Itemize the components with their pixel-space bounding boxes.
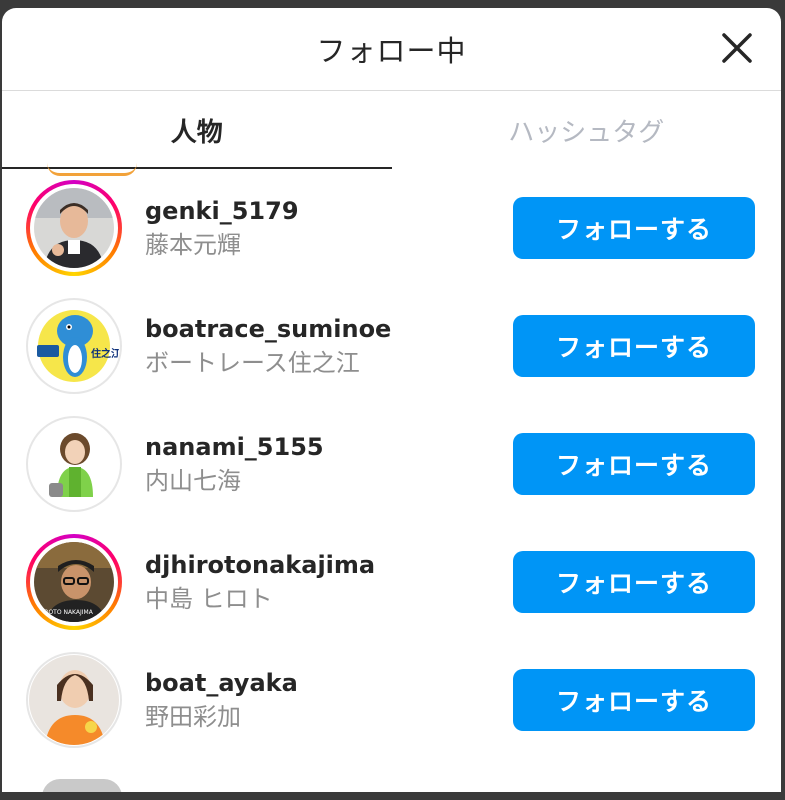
avatar[interactable]: HIROTO NAKAJIMA	[26, 534, 122, 630]
follow-button[interactable]: フォローする	[513, 551, 755, 613]
following-dialog: フォロー中 人物 ハッシュタグ genki_5179 藤本元輝 フォローする 住…	[2, 8, 781, 792]
list-item: HIROTO NAKAJIMA djhirotonakajima 中島 ヒロト …	[2, 523, 781, 641]
avatar[interactable]	[26, 416, 122, 512]
follow-button[interactable]: フォローする	[513, 197, 755, 259]
dj-caption-text: HIROTO NAKAJIMA	[38, 609, 94, 616]
avatar[interactable]: 住之江	[26, 298, 122, 394]
username[interactable]: genki_5179	[145, 194, 299, 228]
full-name: 中島 ヒロト	[145, 585, 273, 613]
username[interactable]: boatrace_suminoe	[145, 312, 391, 346]
username[interactable]: djhirotonakajima	[145, 548, 375, 582]
profile-photo-icon	[29, 655, 119, 745]
profile-photo-icon: HIROTO NAKAJIMA	[34, 542, 114, 622]
dolphin-logo-icon: 住之江	[29, 301, 119, 391]
username[interactable]: boat_ayaka	[145, 666, 298, 700]
full-name: 内山七海	[145, 467, 241, 495]
dialog-title: フォロー中	[316, 34, 467, 68]
tab-hashtags[interactable]: ハッシュタグ	[392, 91, 782, 169]
follow-button[interactable]: フォローする	[513, 433, 755, 495]
list-continuation	[2, 759, 781, 792]
partial-avatar-bottom	[42, 779, 122, 792]
boatrace-logo-text: 住之江	[91, 347, 119, 360]
list-item: 住之江 boatrace_suminoe ボートレース住之江 フォローする	[2, 287, 781, 405]
list-item: boat_ayaka 野田彩加 フォローする	[2, 641, 781, 759]
full-name: ボートレース住之江	[145, 349, 360, 377]
list-item: genki_5179 藤本元輝 フォローする	[2, 169, 781, 287]
avatar[interactable]	[26, 180, 122, 276]
avatar[interactable]	[26, 652, 122, 748]
close-icon[interactable]	[719, 30, 755, 66]
dialog-header: フォロー中	[2, 8, 781, 91]
profile-photo-icon	[34, 188, 114, 268]
follow-button[interactable]: フォローする	[513, 315, 755, 377]
username[interactable]: nanami_5155	[145, 430, 324, 464]
full-name: 野田彩加	[145, 703, 241, 731]
list-item: nanami_5155 内山七海 フォローする	[2, 405, 781, 523]
tab-people[interactable]: 人物	[2, 91, 392, 169]
illustrated-avatar-icon	[29, 419, 119, 509]
tab-bar: 人物 ハッシュタグ	[2, 91, 781, 169]
following-list: genki_5179 藤本元輝 フォローする 住之江 boatrace_sumi…	[2, 169, 781, 792]
follow-button[interactable]: フォローする	[513, 669, 755, 731]
full-name: 藤本元輝	[145, 231, 241, 259]
